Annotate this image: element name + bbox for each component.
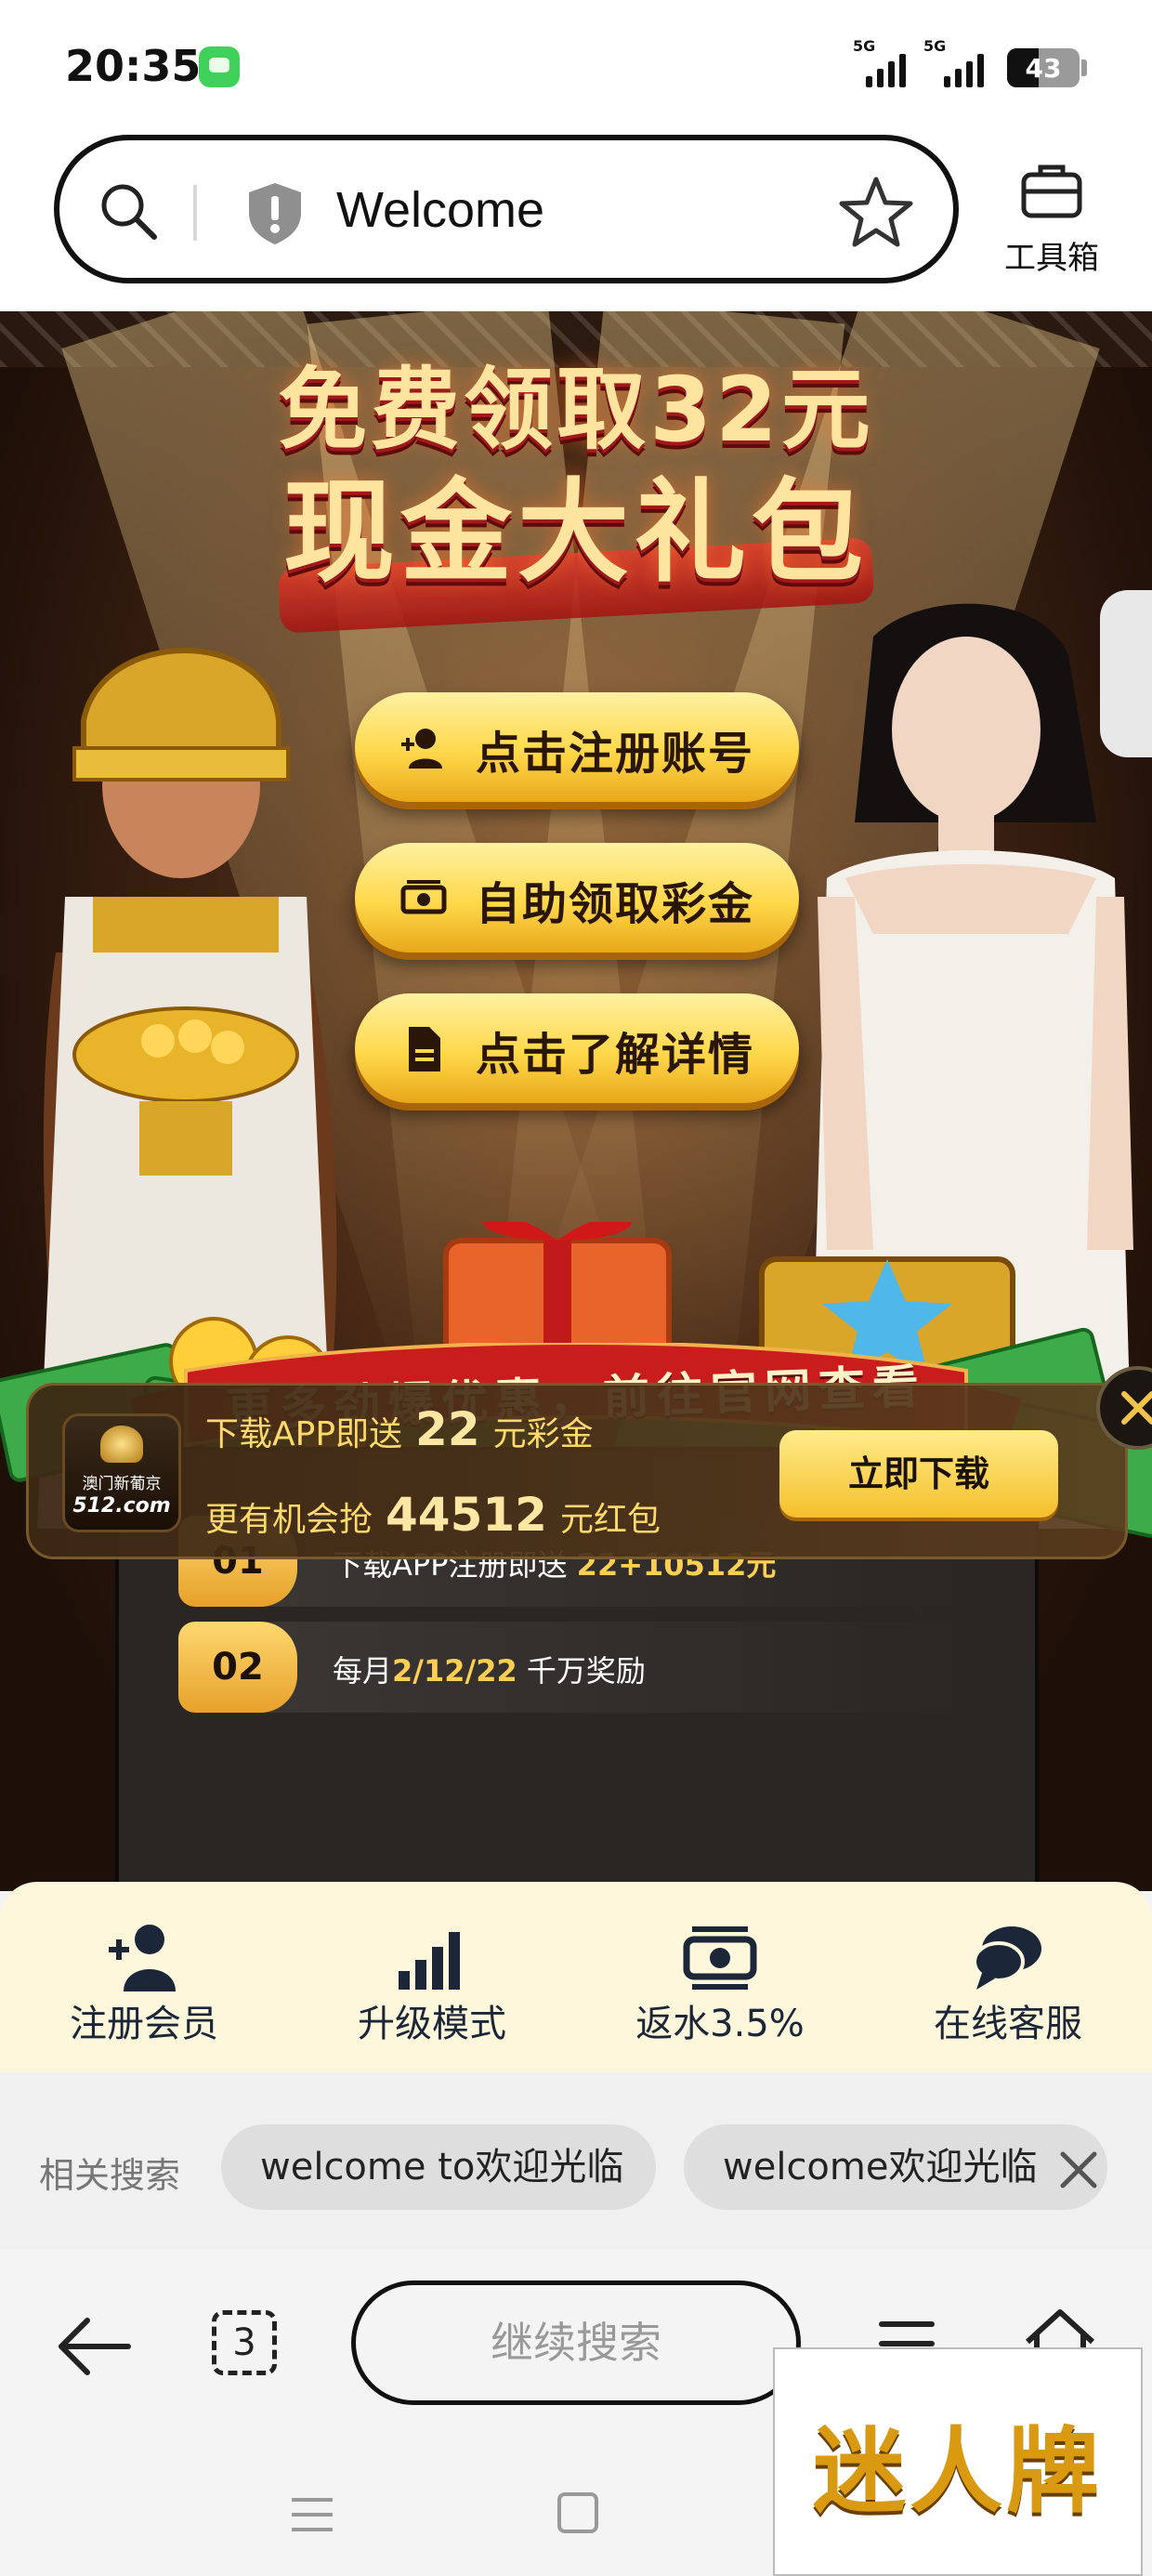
promo-list-number: 02 [178, 1622, 297, 1713]
download-offer-line-1: 下载APP即送 22 元彩金 [205, 1402, 594, 1456]
tabs-button[interactable]: 3 [212, 2310, 277, 2375]
nav-label: 注册会员 [70, 2003, 218, 2045]
nav-label: 升级模式 [358, 2003, 506, 2045]
battery-tip [1081, 59, 1087, 76]
nav-online-support[interactable]: 在线客服 [864, 1882, 1152, 2072]
nav-label: 在线客服 [934, 2003, 1082, 2045]
nav-label: 返水3.5% [635, 2003, 805, 2045]
shield-icon[interactable] [242, 179, 308, 246]
bookmark-star-icon[interactable] [838, 174, 914, 250]
system-menu-icon[interactable] [290, 2494, 334, 2535]
search-icon[interactable] [95, 177, 162, 244]
learn-details-label: 点击了解详情 [476, 1029, 755, 1081]
continue-search-button[interactable]: 继续搜索 [351, 2280, 801, 2405]
signal-bars-icon [399, 1932, 460, 1990]
money-icon [683, 1926, 757, 1990]
claim-bonus-button[interactable]: 自助领取彩金 [355, 843, 799, 953]
app-logo[interactable]: 澳门新葡京 512.com [62, 1413, 181, 1532]
close-icon[interactable] [1055, 2147, 1102, 2193]
related-search-heading: 相关搜索 [39, 2155, 181, 2196]
floating-side-tab[interactable] [1100, 590, 1152, 757]
nav-upgrade-mode[interactable]: 升级模式 [288, 1882, 576, 2072]
user-add-icon [109, 1925, 176, 1991]
download-app-strip[interactable]: 澳门新葡京 512.com 下载APP即送 22 元彩金 更有机会抢 44512 元红包… [26, 1383, 1128, 1559]
nav-rebate[interactable]: 返水3.5% [576, 1882, 864, 2072]
watermark-logo: 迷人牌 [773, 2347, 1143, 2576]
toolbox-icon [1021, 164, 1082, 218]
app-logo-domain: 512.com [72, 1494, 171, 1518]
learn-details-button[interactable]: 点击了解详情 [355, 993, 799, 1103]
signal-1-icon: 5G [853, 37, 909, 89]
claim-bonus-label: 自助领取彩金 [476, 878, 755, 930]
register-account-label: 点击注册账号 [476, 728, 755, 780]
related-search-chip[interactable]: welcome to欢迎光临 [221, 2124, 656, 2210]
member-nav-bar: 注册会员 升级模式 返水3.5% 在线客服 [0, 1882, 1152, 2072]
promo-list-text: 每月2/12/22 千万奖励 [333, 1653, 646, 1689]
lotus-logo-icon [100, 1426, 143, 1463]
address-divider [193, 185, 197, 241]
message-app-icon [199, 46, 240, 87]
signal-2-label: 5G [923, 37, 947, 55]
address-bar[interactable]: Welcome [54, 135, 959, 283]
headline-line-2: 现金大礼包 [283, 468, 869, 598]
system-home-icon[interactable] [557, 2492, 598, 2533]
back-arrow-icon[interactable] [52, 2305, 136, 2388]
promo-banner[interactable]: 免费领取32元 现金大礼包 点击注册账号 自助领取彩金 点击了解详情 01 下载… [0, 311, 1152, 1891]
nav-register-member[interactable]: 注册会员 [0, 1882, 288, 2072]
toolbox-button[interactable]: 工具箱 [996, 158, 1107, 288]
app-logo-name: 澳门新葡京 [82, 1475, 162, 1493]
battery-icon: 43 [1007, 48, 1080, 87]
related-search-chip[interactable]: welcome欢迎光临 [684, 2124, 1107, 2210]
download-now-button[interactable]: 立即下载 [779, 1430, 1058, 1518]
page-title[interactable]: Welcome [336, 181, 544, 239]
close-download-strip-button[interactable] [1096, 1366, 1152, 1450]
related-search-bar: 相关搜索 welcome to欢迎光临 welcome欢迎光临 [0, 2072, 1152, 2249]
status-bar: 20:35 5G 5G 43 [0, 0, 1152, 135]
download-offer-line-2: 更有机会抢 44512 元红包 [205, 1488, 661, 1542]
toolbox-label: 工具箱 [1004, 240, 1099, 277]
signal-1-label: 5G [853, 37, 876, 55]
signal-2-icon: 5G [923, 37, 988, 89]
promo-list-item[interactable]: 02 每月2/12/22 千万奖励 [178, 1622, 977, 1713]
money-icon [400, 880, 447, 914]
document-icon [409, 1027, 440, 1071]
register-account-button[interactable]: 点击注册账号 [355, 692, 799, 802]
user-add-icon [401, 729, 442, 769]
status-time: 20:35 [65, 41, 202, 91]
browser-top-bar: Welcome 工具箱 [0, 135, 1152, 311]
battery-level: 43 [1025, 53, 1062, 84]
chat-icon [973, 1926, 1041, 1990]
watermark-text: 迷人牌 [813, 2417, 1103, 2526]
close-icon [1121, 1391, 1152, 1425]
